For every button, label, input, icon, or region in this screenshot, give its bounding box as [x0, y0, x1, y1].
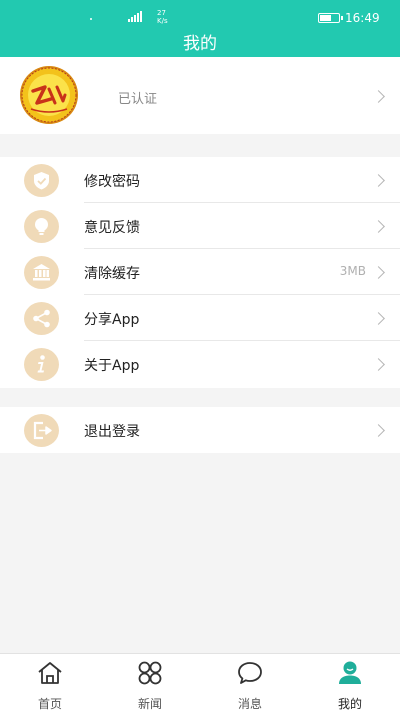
logout-button[interactable]: 退出登录: [0, 407, 400, 453]
user-icon: [339, 661, 361, 684]
shield-icon: [24, 164, 59, 197]
lightbulb-icon: [24, 210, 59, 243]
organization-logo: [20, 66, 78, 124]
page-title: 我的: [183, 34, 217, 54]
menu-item-label: 退出登录: [84, 424, 140, 440]
tab-label: 我的: [337, 697, 362, 711]
bottom-tab-bar: 首页 新闻 消息 我的: [0, 653, 400, 711]
tab-label: 新闻: [137, 697, 162, 711]
chevron-right-icon: [372, 424, 385, 437]
chevron-right-icon: [372, 358, 385, 371]
menu-item-feedback[interactable]: 意见反馈: [0, 203, 400, 249]
chevron-right-icon: [372, 174, 385, 187]
chevron-right-icon: [372, 220, 385, 233]
tab-home[interactable]: 首页: [0, 654, 100, 711]
logout-group: 退出登录: [0, 407, 400, 453]
menu-item-about-app[interactable]: 关于App: [0, 341, 400, 387]
menu-item-label: 分享App: [84, 312, 140, 328]
cache-size: 3MB: [339, 264, 366, 278]
chevron-right-icon: [372, 266, 385, 279]
header-bar: 27 K/s 16:49 我的: [0, 0, 400, 57]
share-icon: [24, 302, 59, 335]
tab-messages[interactable]: 消息: [200, 654, 300, 711]
battery-icon: [318, 13, 343, 23]
network-speed: 27 K/s: [157, 9, 168, 25]
status-dot: [90, 18, 92, 20]
tab-mine[interactable]: 我的: [300, 654, 400, 711]
chevron-right-icon: [372, 90, 385, 103]
menu-item-label: 关于App: [84, 358, 140, 374]
tab-news[interactable]: 新闻: [100, 654, 200, 711]
tab-label: 首页: [37, 697, 62, 711]
chevron-right-icon: [372, 312, 385, 325]
signal-icon: [128, 11, 142, 22]
menu-item-change-password[interactable]: 修改密码: [0, 157, 400, 203]
menu-item-label: 清除缓存: [84, 266, 140, 282]
status-bar: 27 K/s 16:49: [0, 0, 400, 28]
chat-icon: [238, 662, 262, 684]
verification-status: 已认证: [118, 92, 158, 107]
tab-label: 消息: [237, 697, 262, 711]
exit-icon: [24, 414, 59, 447]
bank-icon: [24, 256, 59, 289]
status-time: 16:49: [345, 11, 380, 25]
settings-menu: 修改密码 意见反馈 清除缓存 3MB 分享App 关于App: [0, 157, 400, 388]
grid-icon: [138, 661, 162, 685]
menu-item-clear-cache[interactable]: 清除缓存 3MB: [0, 249, 400, 295]
menu-item-label: 意见反馈: [84, 220, 140, 236]
info-icon: [24, 348, 59, 381]
menu-item-label: 修改密码: [84, 174, 140, 190]
home-icon: [38, 662, 62, 684]
menu-item-share-app[interactable]: 分享App: [0, 295, 400, 341]
profile-card[interactable]: 已认证: [0, 57, 400, 134]
